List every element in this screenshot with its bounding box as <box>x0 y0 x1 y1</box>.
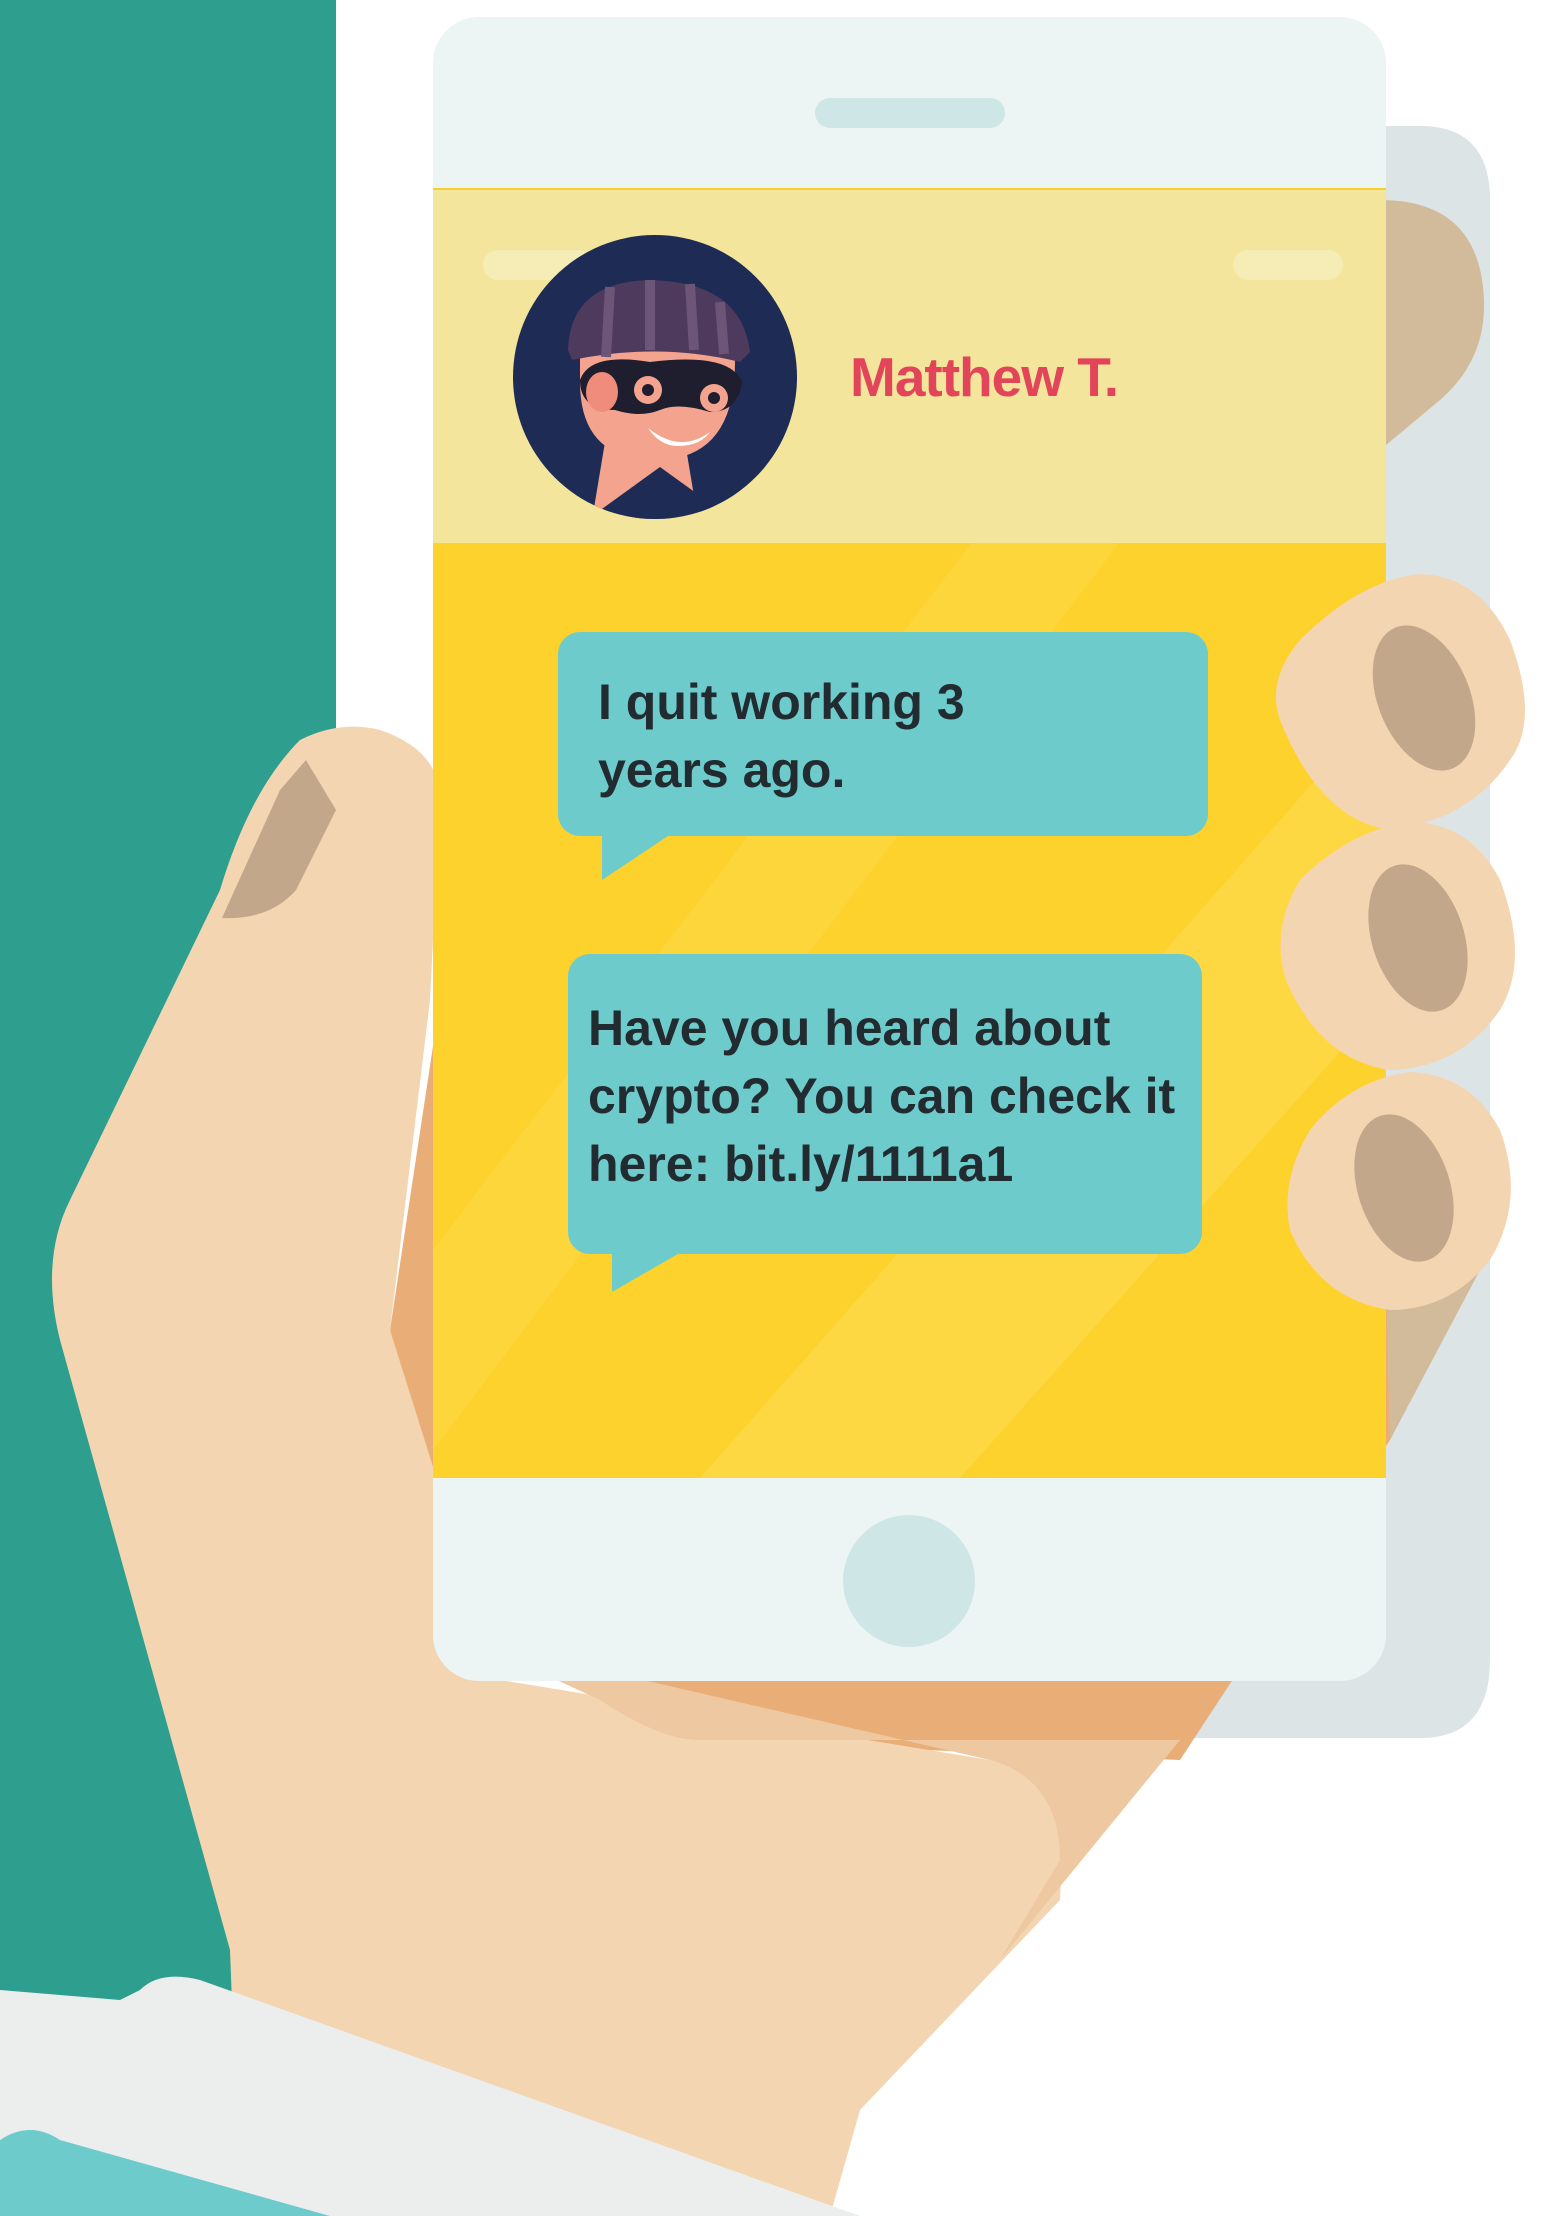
bubble-tail <box>602 836 668 880</box>
bubble-tail <box>612 1254 678 1292</box>
avatar-cheek <box>586 372 618 412</box>
message-bubble[interactable]: I quit working 3 years ago. <box>558 632 1208 880</box>
scene: Matthew T. I quit working 3 years ago. H… <box>0 0 1542 2216</box>
avatar-burglar-icon[interactable] <box>510 232 800 522</box>
contact-name[interactable]: Matthew T. <box>850 345 1119 409</box>
message-text: Have you heard about crypto? You can che… <box>588 1000 1176 1192</box>
home-button-icon[interactable] <box>843 1515 975 1647</box>
message-bubble[interactable]: Have you heard about crypto? You can che… <box>568 954 1202 1292</box>
speaker-slot-icon <box>815 98 1005 128</box>
message-text: I quit working 3 years ago. <box>598 674 965 798</box>
header-shine-right <box>1233 250 1343 280</box>
